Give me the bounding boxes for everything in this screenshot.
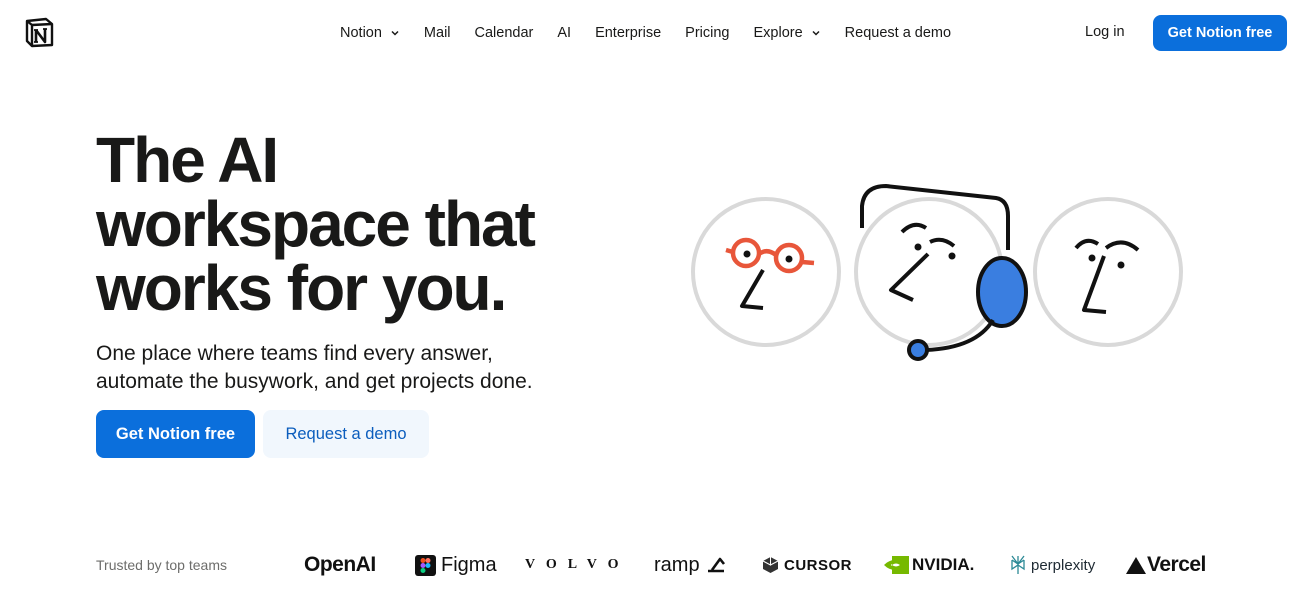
hero-subhead: One place where teams find every answer,…: [96, 340, 616, 396]
face-plain-illustration: [1033, 197, 1183, 347]
brand-name: perplexity: [1031, 556, 1096, 574]
brand-volvo-logo: VOLVO: [525, 548, 630, 582]
hero-headline: The AI workspace that works for you.: [96, 128, 656, 320]
nav-item-label: Explore: [753, 25, 803, 41]
nav-item-enterprise[interactable]: Enterprise: [595, 25, 661, 41]
vercel-triangle-icon: [1126, 556, 1146, 574]
brand-openai-logo: OpenAI: [304, 548, 376, 582]
nav-item-mail[interactable]: Mail: [424, 25, 451, 41]
nav-item-pricing[interactable]: Pricing: [685, 25, 729, 41]
subhead-line: One place where teams find every answer,: [96, 342, 493, 365]
face-headset-illustration: [854, 183, 1028, 361]
brand-name: NVIDIA.: [912, 555, 975, 574]
headline-line: The AI: [96, 124, 279, 196]
cursor-cube-icon: [762, 557, 779, 573]
brand-name: Vercel: [1147, 553, 1206, 576]
nav-item-label: Request a demo: [844, 25, 952, 41]
brand-nvidia-logo: NVIDIA.: [883, 548, 974, 582]
nav-item-label: Notion: [340, 25, 382, 41]
brand-ramp-logo: ramp: [654, 548, 728, 582]
nav-item-label: Pricing: [685, 25, 730, 41]
login-link[interactable]: Log in: [1085, 24, 1125, 40]
nav-item-explore[interactable]: Explore: [753, 25, 820, 41]
brand-vercel-logo: Vercel: [1126, 548, 1206, 582]
brand-cursor-logo: CURSOR: [762, 548, 852, 582]
notion-logo-icon[interactable]: [24, 17, 55, 48]
brand-name: Figma: [441, 553, 497, 576]
faces-illustration: [691, 183, 1183, 361]
face-glasses-illustration: [691, 197, 841, 347]
nav-item-label: Calendar: [474, 25, 534, 41]
chevron-down-icon: [812, 30, 820, 36]
trusted-label: Trusted by top teams: [96, 557, 227, 573]
nav-item-ai[interactable]: AI: [557, 25, 571, 41]
hero-get-notion-free-button[interactable]: Get Notion free: [96, 410, 255, 458]
site-header: Notion Mail Calendar AI Enterprise Prici…: [0, 0, 1312, 66]
ramp-icon: [707, 557, 725, 573]
brand-name: CURSOR: [784, 556, 853, 574]
headline-line: workspace that: [96, 188, 536, 260]
figma-icon: [415, 554, 436, 576]
nav-item-calendar[interactable]: Calendar: [475, 25, 534, 41]
headline-line: works for you.: [96, 252, 507, 324]
brand-figma-logo: Figma: [415, 548, 497, 582]
hero-request-demo-button[interactable]: Request a demo: [263, 410, 429, 458]
chevron-down-icon: [391, 30, 399, 36]
brand-perplexity-logo: perplexity: [1010, 548, 1095, 582]
brand-name: OpenAI: [304, 553, 376, 576]
nav-item-label: AI: [557, 25, 572, 41]
nav-item-label: Enterprise: [595, 25, 662, 41]
perplexity-icon: [1011, 555, 1025, 574]
nav-item-notion[interactable]: Notion: [340, 25, 400, 41]
nav-item-label: Mail: [423, 25, 451, 41]
nvidia-eye-icon: [884, 556, 909, 574]
subhead-line: automate the busywork, and get projects …: [96, 370, 533, 393]
nav-item-request-demo[interactable]: Request a demo: [845, 25, 951, 41]
brand-name: VOLVO: [525, 557, 630, 572]
get-notion-free-button[interactable]: Get Notion free: [1153, 15, 1287, 51]
brand-name: ramp: [654, 553, 700, 576]
main-nav: Notion Mail Calendar AI Enterprise Prici…: [340, 22, 975, 44]
